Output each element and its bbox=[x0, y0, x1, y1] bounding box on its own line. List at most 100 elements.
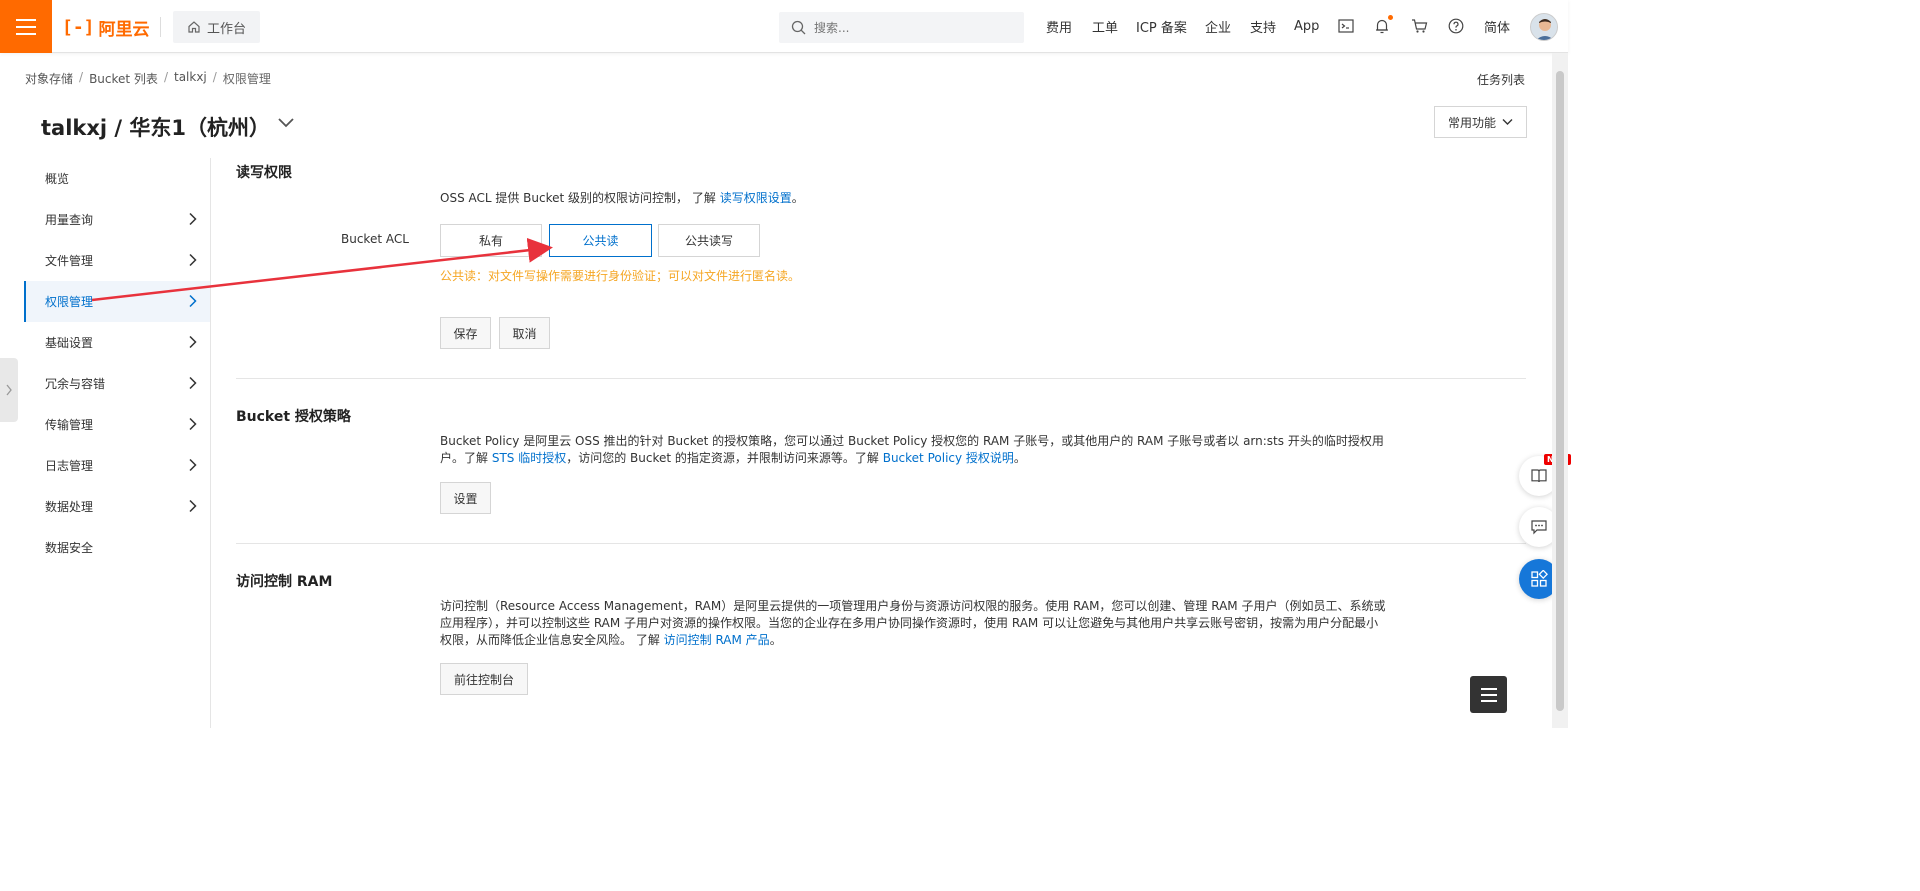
chevron-right-icon bbox=[189, 376, 197, 390]
menu-line bbox=[16, 25, 36, 28]
terminal-icon[interactable] bbox=[1337, 17, 1355, 35]
sidebar-item-label: 日志管理 bbox=[45, 459, 94, 473]
nav-link-tickets[interactable]: 工单 bbox=[1092, 0, 1118, 53]
breadcrumb: 对象存储 / Bucket 列表 / talkxj / 权限管理 bbox=[25, 70, 271, 87]
bell-icon[interactable] bbox=[1373, 15, 1393, 35]
chevron-right-icon bbox=[189, 417, 197, 431]
page-scrollbar[interactable] bbox=[1552, 53, 1568, 728]
acl-desc-text: OSS ACL 提供 Bucket 级别的权限访问控制， 了解 bbox=[440, 191, 720, 205]
main-menu-button[interactable] bbox=[0, 0, 52, 53]
acl-option-label: 私有 bbox=[478, 234, 503, 248]
save-label: 保存 bbox=[453, 326, 478, 341]
sidebar-item-label: 冗余与容错 bbox=[45, 377, 106, 391]
cart-icon[interactable] bbox=[1410, 17, 1428, 35]
apps-grid-icon bbox=[1531, 570, 1548, 587]
acl-settings-link[interactable]: 读写权限设置 bbox=[720, 191, 792, 205]
chevron-right-icon bbox=[6, 384, 12, 396]
chevron-right-icon bbox=[189, 294, 197, 308]
sidebar-item-logs[interactable]: 日志管理 bbox=[24, 445, 210, 486]
nav-link-label: 企业 bbox=[1205, 21, 1232, 36]
sidebar-item-redundancy[interactable]: 冗余与容错 bbox=[24, 363, 210, 404]
policy-description: Bucket Policy 是阿里云 OSS 推出的针对 Bucket 的授权策… bbox=[440, 433, 1400, 467]
nav-link-app[interactable]: App bbox=[1294, 0, 1319, 53]
save-button[interactable]: 保存 bbox=[440, 317, 491, 349]
breadcrumb-item[interactable]: talkxj bbox=[174, 70, 207, 87]
acl-section-title: 读写权限 bbox=[236, 165, 292, 181]
breadcrumb-item[interactable]: 对象存储 bbox=[25, 70, 73, 87]
breadcrumb-separator: / bbox=[163, 70, 168, 84]
sidebar-collapse-handle[interactable] bbox=[0, 358, 18, 422]
policy-desc-suffix: 。 bbox=[1013, 451, 1026, 465]
page-title: talkxj / 华东1（杭州） bbox=[41, 116, 271, 140]
search-input[interactable] bbox=[814, 20, 1004, 35]
bucket-policy-link[interactable]: Bucket Policy 授权说明 bbox=[883, 451, 1014, 465]
chevron-right-icon bbox=[189, 212, 197, 226]
language-label: 简体 bbox=[1484, 21, 1511, 36]
acl-option-public-read[interactable]: 公共读 bbox=[549, 224, 652, 257]
workbench-button[interactable]: 工作台 bbox=[173, 11, 261, 43]
ram-desc-line: 权限，从而降低企业信息安全风险。 了解 访问控制 RAM 产品。 bbox=[440, 632, 1415, 649]
policy-section-title: Bucket 授权策略 bbox=[236, 409, 351, 425]
sidebar-item-basic-settings[interactable]: 基础设置 bbox=[24, 322, 210, 363]
nav-link-label: App bbox=[1294, 19, 1320, 34]
chevron-right-icon bbox=[189, 253, 197, 267]
bucket-switch-chevron-icon[interactable] bbox=[276, 115, 296, 131]
chevron-right-icon bbox=[189, 335, 197, 349]
sidebar-item-transfer[interactable]: 传输管理 bbox=[24, 404, 210, 445]
sidebar-item-label: 数据处理 bbox=[45, 500, 94, 514]
bucket-acl-label: Bucket ACL bbox=[341, 232, 409, 246]
acl-option-public-read-write[interactable]: 公共读写 bbox=[658, 224, 760, 257]
nav-link-enterprise[interactable]: 企业 bbox=[1205, 0, 1231, 53]
aliyun-logo[interactable]: [-] 阿里云 bbox=[62, 14, 150, 40]
common-functions-button[interactable]: 常用功能 bbox=[1434, 106, 1527, 138]
sidebar-item-files[interactable]: 文件管理 bbox=[24, 240, 210, 281]
sts-link[interactable]: STS 临时授权 bbox=[492, 451, 566, 465]
go-to-console-button[interactable]: 前往控制台 bbox=[440, 663, 528, 695]
cancel-button[interactable]: 取消 bbox=[499, 317, 550, 349]
sidebar-item-label: 文件管理 bbox=[45, 254, 94, 268]
notification-dot bbox=[1388, 15, 1393, 20]
nav-link-support[interactable]: 支持 bbox=[1250, 0, 1276, 53]
scrollbar-thumb[interactable] bbox=[1556, 71, 1564, 711]
task-list-link[interactable]: 任务列表 bbox=[1477, 71, 1525, 88]
ram-section-title: 访问控制 RAM bbox=[236, 574, 333, 590]
sidebar-item-label: 权限管理 bbox=[45, 295, 94, 309]
section-divider bbox=[236, 543, 1526, 544]
sidebar-item-label: 数据安全 bbox=[45, 541, 94, 555]
chevron-down-icon bbox=[1502, 119, 1513, 125]
breadcrumb-separator: / bbox=[212, 70, 217, 84]
sidebar-item-usage[interactable]: 用量查询 bbox=[24, 199, 210, 240]
search-box[interactable] bbox=[779, 12, 1024, 43]
menu-line bbox=[1480, 699, 1497, 702]
ram-desc-text: 权限，从而降低企业信息安全风险。 了解 bbox=[440, 633, 664, 647]
policy-desc-line: Bucket Policy 是阿里云 OSS 推出的针对 Bucket 的授权策… bbox=[440, 434, 1384, 448]
page-menu-button[interactable] bbox=[1470, 676, 1507, 713]
sidebar-item-data-processing[interactable]: 数据处理 bbox=[24, 486, 210, 527]
nav-link-label: ICP 备案 bbox=[1136, 21, 1187, 36]
acl-option-private[interactable]: 私有 bbox=[440, 224, 542, 257]
go-to-console-label: 前往控制台 bbox=[453, 672, 514, 687]
menu-line bbox=[1480, 687, 1497, 690]
chat-icon bbox=[1531, 520, 1547, 535]
policy-settings-button[interactable]: 设置 bbox=[440, 482, 491, 514]
acl-desc-suffix: 。 bbox=[791, 191, 804, 205]
sidebar-item-data-security[interactable]: 数据安全 bbox=[24, 527, 210, 568]
nav-link-fees[interactable]: 费用 bbox=[1046, 0, 1072, 53]
help-icon[interactable] bbox=[1447, 17, 1465, 35]
sidebar-item-overview[interactable]: 概览 bbox=[24, 158, 210, 199]
menu-line bbox=[16, 18, 36, 21]
nav-link-icp[interactable]: ICP 备案 bbox=[1136, 0, 1187, 53]
policy-desc-text: 户。了解 bbox=[440, 451, 492, 465]
acl-option-label: 公共读 bbox=[582, 234, 619, 248]
sidebar-item-label: 传输管理 bbox=[45, 418, 94, 432]
ram-desc-suffix: 。 bbox=[769, 633, 782, 647]
breadcrumb-item[interactable]: Bucket 列表 bbox=[89, 70, 158, 87]
ram-product-link[interactable]: 访问控制 RAM 产品 bbox=[664, 633, 770, 647]
language-switch[interactable]: 简体 bbox=[1484, 0, 1510, 53]
breadcrumb-separator: / bbox=[79, 70, 84, 84]
nav-link-label: 支持 bbox=[1250, 21, 1277, 36]
policy-settings-label: 设置 bbox=[453, 491, 478, 506]
sidebar-item-permissions[interactable]: 权限管理 bbox=[24, 281, 210, 322]
policy-desc-text: ，访问您的 Bucket 的指定资源，并限制访问来源等。了解 bbox=[566, 451, 883, 465]
user-avatar[interactable] bbox=[1530, 13, 1558, 41]
